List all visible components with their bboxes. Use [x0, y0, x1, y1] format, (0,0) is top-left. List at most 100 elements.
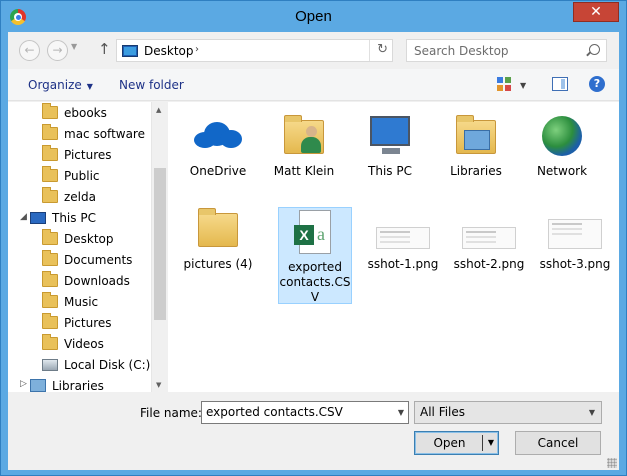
open-options-chevron-icon[interactable]: ▼ — [488, 432, 494, 454]
nav-item-music[interactable]: Music — [42, 291, 98, 312]
command-bar: Organize ▼ New folder ▼ ? — [8, 69, 619, 101]
image-thumbnail-icon — [547, 205, 603, 255]
open-dialog: Open ✕ ← → ▼ ↑ Desktop › ↻ Search Deskto… — [0, 0, 627, 476]
search-input[interactable]: Search Desktop — [414, 44, 509, 58]
file-item-sshot-3[interactable]: sshot-3.png — [538, 205, 612, 272]
excel-csv-icon: Xa — [287, 208, 343, 258]
expand-libraries-chevron-icon[interactable]: ▷ — [20, 379, 27, 389]
file-name-field[interactable]: exported contacts.CSV ▼ — [201, 401, 409, 424]
open-button[interactable]: Open ▼ — [414, 431, 499, 455]
file-name-label: File name: — [140, 406, 202, 420]
nav-item-pictures[interactable]: Pictures — [42, 144, 112, 165]
desktop-icon — [122, 45, 138, 57]
image-thumbnail-icon — [375, 205, 431, 255]
forward-button[interactable]: → — [47, 40, 68, 61]
file-item-sshot-1[interactable]: sshot-1.png — [366, 205, 440, 272]
window-title: Open — [295, 8, 332, 25]
network-icon — [534, 112, 590, 162]
nav-item-mac-software[interactable]: mac software — [42, 123, 145, 144]
resize-grip-icon[interactable] — [607, 458, 617, 468]
file-item-label: sshot-1.png — [367, 257, 439, 271]
disk-icon — [42, 358, 58, 371]
chevron-right-icon[interactable]: › — [195, 44, 199, 55]
libraries-icon — [448, 112, 504, 162]
file-item-label: Libraries — [450, 164, 502, 178]
nav-item-pictures-library[interactable]: Pictures — [42, 312, 112, 333]
videos-folder-icon — [42, 334, 58, 350]
organize-label: Organize — [28, 78, 82, 92]
computer-icon — [30, 211, 46, 224]
back-button[interactable]: ← — [19, 40, 40, 61]
nav-item-libraries[interactable]: Libraries — [30, 375, 104, 392]
chevron-down-icon: ▼ — [86, 82, 93, 91]
file-type-select[interactable]: All Files ▼ — [414, 401, 602, 424]
search-icon[interactable] — [589, 44, 600, 55]
file-item-label: Matt Klein — [273, 164, 335, 178]
file-list: OneDrive Matt Klein This PC Libraries Ne… — [168, 102, 619, 392]
nav-item-zelda[interactable]: zelda — [42, 186, 96, 207]
file-name-value[interactable]: exported contacts.CSV — [206, 405, 343, 419]
search-box[interactable]: Search Desktop — [406, 39, 607, 62]
file-item-exported-contacts[interactable]: Xa exported contacts.CSV — [278, 207, 352, 304]
scroll-up-arrow-icon[interactable]: ▲ — [156, 106, 161, 114]
folder-icon — [42, 166, 58, 182]
refresh-icon[interactable]: ↻ — [377, 42, 388, 57]
pictures-folder-icon — [42, 313, 58, 329]
chevron-down-icon[interactable]: ▼ — [589, 408, 595, 417]
file-item-sshot-2[interactable]: sshot-2.png — [452, 205, 526, 272]
nav-item-label: Desktop — [64, 231, 114, 246]
nav-item-label: Documents — [64, 252, 133, 267]
view-options-chevron-icon[interactable]: ▼ — [520, 81, 526, 90]
folder-icon — [42, 187, 58, 203]
file-item-onedrive[interactable]: OneDrive — [181, 112, 255, 179]
nav-item-public[interactable]: Public — [42, 165, 100, 186]
nav-item-desktop[interactable]: Desktop — [42, 228, 114, 249]
recent-locations-chevron-icon[interactable]: ▼ — [71, 42, 77, 51]
address-bar[interactable]: Desktop › ↻ — [116, 39, 393, 62]
dialog-body: ← → ▼ ↑ Desktop › ↻ Search Desktop Organ… — [8, 32, 619, 470]
nav-item-downloads[interactable]: Downloads — [42, 270, 130, 291]
expand-this-pc-chevron-icon[interactable]: ◢ — [20, 212, 27, 222]
cancel-button[interactable]: Cancel — [515, 431, 601, 455]
address-location[interactable]: Desktop — [144, 44, 194, 58]
file-item-label: pictures (4) — [183, 257, 253, 271]
nav-item-documents[interactable]: Documents — [42, 249, 132, 270]
image-thumbnail-icon — [461, 205, 517, 255]
file-item-this-pc[interactable]: This PC — [353, 112, 427, 179]
organize-button[interactable]: Organize ▼ — [28, 78, 93, 92]
nav-item-this-pc[interactable]: This PC — [30, 207, 96, 228]
nav-item-label: ebooks — [64, 105, 107, 120]
new-folder-button[interactable]: New folder — [119, 78, 184, 92]
libraries-icon — [30, 379, 46, 392]
file-item-pictures-4[interactable]: pictures (4) — [181, 205, 255, 272]
preview-pane-icon[interactable] — [552, 77, 568, 91]
nav-item-local-disk[interactable]: Local Disk (C:) — [42, 354, 150, 375]
computer-icon — [362, 112, 418, 162]
file-item-network[interactable]: Network — [525, 112, 599, 179]
nav-scrollbar[interactable]: ▲ ▼ — [151, 102, 167, 392]
nav-item-ebooks[interactable]: ebooks — [42, 102, 107, 123]
close-button[interactable]: ✕ — [573, 2, 619, 22]
change-view-icon[interactable] — [497, 77, 512, 92]
scroll-down-arrow-icon[interactable]: ▼ — [156, 381, 161, 389]
downloads-folder-icon — [42, 271, 58, 287]
nav-item-label: Music — [64, 294, 99, 309]
music-folder-icon — [42, 292, 58, 308]
address-divider — [369, 40, 370, 61]
split-divider — [482, 435, 483, 451]
file-item-matt-klein[interactable]: Matt Klein — [267, 112, 341, 179]
title-bar: Open ✕ — [1, 1, 626, 32]
folder-icon — [42, 145, 58, 161]
nav-item-label: This PC — [52, 210, 96, 225]
file-name-history-chevron-icon[interactable]: ▼ — [398, 408, 404, 417]
file-item-label: Network — [536, 164, 588, 178]
file-type-value: All Files — [420, 405, 466, 419]
up-arrow-icon[interactable]: ↑ — [98, 40, 111, 58]
scrollbar-thumb[interactable] — [154, 168, 166, 320]
help-icon[interactable]: ? — [589, 76, 605, 92]
nav-item-videos[interactable]: Videos — [42, 333, 104, 354]
onedrive-icon — [190, 112, 246, 162]
file-item-libraries[interactable]: Libraries — [439, 112, 513, 179]
nav-item-label: zelda — [64, 189, 96, 204]
open-button-label: Open — [433, 436, 466, 450]
